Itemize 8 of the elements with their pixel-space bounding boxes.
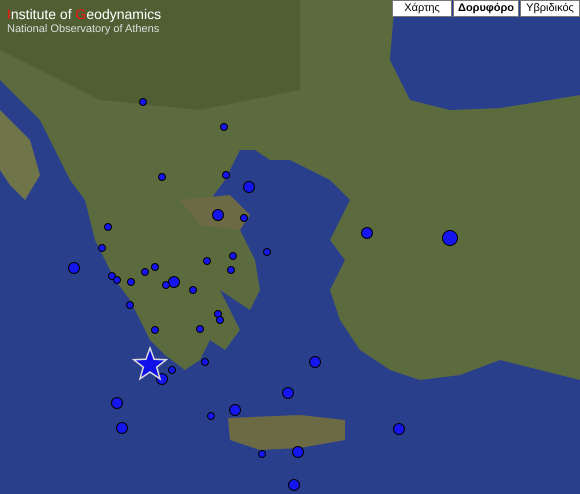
map-type-button[interactable]: Υβριδικός	[520, 0, 580, 17]
institute-subtitle: National Observatory of Athens	[7, 23, 160, 36]
map-type-button[interactable]: Δορυφόρο	[453, 0, 519, 17]
earthquake-marker[interactable]	[216, 316, 224, 324]
star-marker-icon[interactable]	[132, 346, 168, 382]
map-type-button[interactable]: Χάρτης	[392, 0, 452, 17]
institute-title: Institute of Geodynamics	[7, 6, 162, 23]
earthquake-marker[interactable]	[162, 281, 170, 289]
